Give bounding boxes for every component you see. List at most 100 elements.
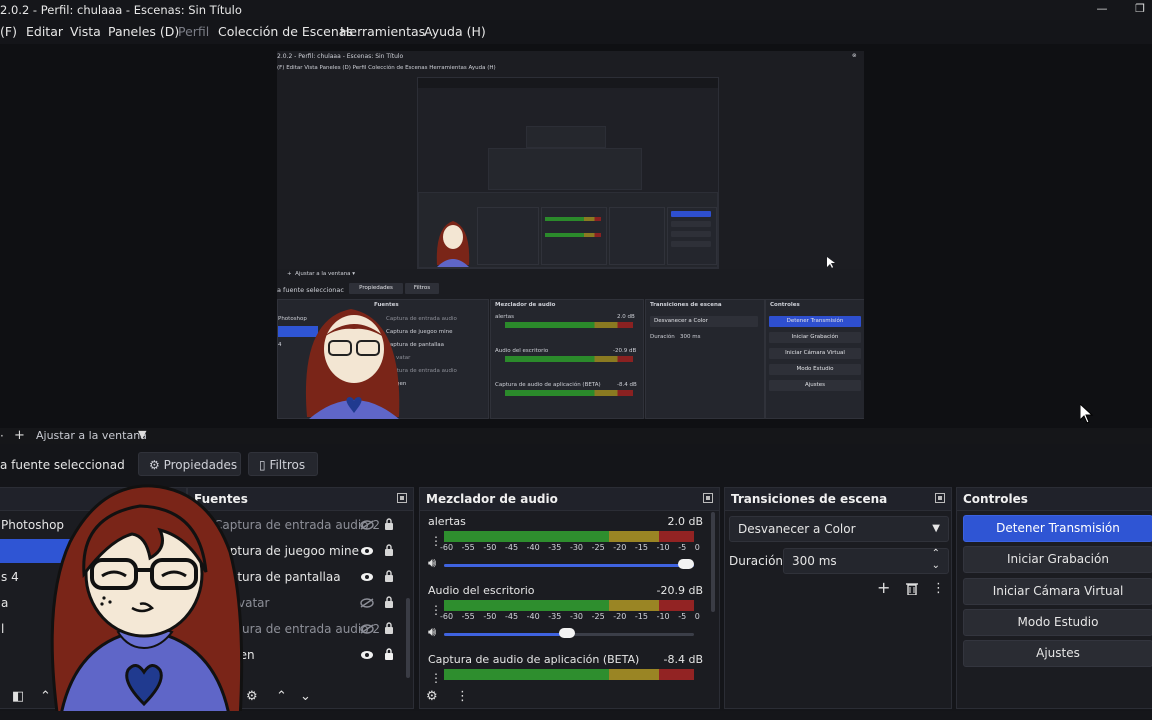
stop-streaming-button[interactable]: Detener Transmisión <box>963 515 1152 542</box>
dock-float-icon[interactable] <box>703 493 713 503</box>
mixer-track-name: Captura de audio de aplicación (BETA) <box>428 653 640 666</box>
volume-slider-fill <box>444 633 567 636</box>
transition-menu-icon[interactable]: ⋮ <box>932 582 945 596</box>
meter-scale: -60 -55 -50 -45 -40 -35 -30 -25 -20 -15 -10 -5 0 <box>440 543 700 552</box>
speaker-icon[interactable]: 🔊︎ <box>428 626 436 640</box>
transitions-title: Transiciones de escena <box>731 492 888 506</box>
mixer-menu-icon[interactable]: ⋮ <box>456 690 469 704</box>
status-bar <box>0 711 1152 720</box>
menu-edit[interactable]: Editar <box>26 24 63 39</box>
lock-icon[interactable] <box>384 622 394 634</box>
nested-zoom-label: + Ajustar a la ventana ▾ <box>287 271 356 277</box>
stepper-down-icon[interactable]: ⌄ <box>932 554 940 578</box>
mixer-track-name: alertas <box>428 515 466 528</box>
source-down-icon[interactable]: ⌄ <box>300 690 311 704</box>
mixer-track-db: 2.0 dB <box>667 515 703 528</box>
menu-bar: (F) Editar Vista Paneles (D) Perfil Cole… <box>0 22 1152 42</box>
properties-button[interactable]: ⚙ Propiedades <box>138 452 241 476</box>
volume-slider-fill <box>444 564 694 567</box>
nested-docks: + Ajustar a la ventana ▾ a fuente selecc… <box>277 269 864 419</box>
mixer-track-db: -20.9 dB <box>656 584 704 597</box>
lock-icon[interactable] <box>384 648 394 660</box>
nested-preview-level-1 <box>417 77 719 269</box>
controls-title: Controles <box>963 492 1028 506</box>
lock-icon[interactable] <box>384 544 394 556</box>
nested-controls-dock: Controles Detener Transmisión Iniciar Gr… <box>765 299 864 419</box>
lock-icon[interactable] <box>384 518 394 530</box>
nested-transitions-dock: Transiciones de escena Desvanecer a Colo… <box>645 299 765 419</box>
nested-avatar-small <box>436 221 470 267</box>
mixer-track-name: Audio del escritorio <box>428 584 535 597</box>
menu-profile[interactable]: Perfil <box>178 24 209 39</box>
preview-canvas[interactable]: 2.0.2 - Perfil: chulaaa - Escenas: Sin T… <box>277 51 864 419</box>
scene-filter-icon[interactable]: ◧ <box>12 690 24 704</box>
start-virtual-camera-button[interactable]: Iniciar Cámara Virtual <box>963 578 1152 605</box>
add-transition-icon[interactable]: + <box>877 580 890 596</box>
nested-window-title: 2.0.2 - Perfil: chulaaa - Escenas: Sin T… <box>277 53 404 60</box>
trash-icon[interactable] <box>906 582 918 595</box>
eye-icon[interactable] <box>360 546 374 556</box>
mixer-title: Mezclador de audio <box>426 492 558 506</box>
transition-select[interactable]: Desvanecer a Color ▼ <box>729 516 949 542</box>
chevron-down-icon: ▼ <box>932 523 940 534</box>
preview-toolbar: · + Ajustar a la ventana ▼ <box>0 428 1152 444</box>
nested-mixer-dock: Mezclador de audio alertas 2.0 dB Audio … <box>490 299 644 419</box>
speaker-icon[interactable]: 🔊︎ <box>428 557 436 571</box>
scene-item[interactable]: s 4 <box>1 570 19 584</box>
sources-scrollbar[interactable] <box>406 598 410 678</box>
duration-input[interactable]: 300 ms ⌃ ⌄ <box>783 548 949 574</box>
lock-icon[interactable] <box>384 570 394 582</box>
volume-slider-thumb[interactable] <box>558 628 575 638</box>
mixer-scrollbar[interactable] <box>711 512 715 612</box>
volume-meter <box>444 531 694 542</box>
restore-icon[interactable]: ❐ <box>1132 2 1148 16</box>
start-recording-button[interactable]: Iniciar Grabación <box>963 546 1152 573</box>
track-menu-icon[interactable]: ⋮ <box>430 671 442 685</box>
volume-slider[interactable] <box>444 559 694 569</box>
nested-menu: (F) Editar Vista Paneles (D) Perfil Cole… <box>277 65 496 71</box>
menu-docks[interactable]: Paneles (D) <box>108 24 179 39</box>
zoom-label: Ajustar a la ventana <box>36 429 147 442</box>
meter-scale: -60 -55 -50 -45 -40 -35 -30 -25 -20 -15 -10 -5 0 <box>440 612 700 621</box>
filters-button[interactable]: ▯ Filtros <box>248 452 318 476</box>
menu-scene-collection[interactable]: Colección de Escenas <box>218 24 353 39</box>
duration-label: Duración <box>729 554 784 568</box>
vtuber-avatar <box>50 484 244 720</box>
window-title: 2.0.2 - Perfil: chulaaa - Escenas: Sin T… <box>0 3 242 17</box>
studio-mode-button[interactable]: Modo Estudio <box>963 609 1152 636</box>
dock-float-icon[interactable] <box>935 493 945 503</box>
menu-file[interactable]: (F) <box>0 24 17 39</box>
menu-help[interactable]: Ayuda (H) <box>424 24 486 39</box>
menu-view[interactable]: Vista <box>70 24 101 39</box>
nested-cursor-icon <box>827 257 835 268</box>
volume-slider[interactable] <box>444 628 694 638</box>
dock-float-icon[interactable] <box>397 493 407 503</box>
title-bar: 2.0.2 - Perfil: chulaaa - Escenas: Sin T… <box>0 0 1152 20</box>
audio-mixer-dock: Mezclador de audio alertas 2.0 dB ⋮ -60-… <box>419 487 720 709</box>
eye-hidden-icon[interactable] <box>360 624 374 634</box>
eye-icon[interactable] <box>360 650 374 660</box>
volume-slider-thumb[interactable] <box>678 559 694 569</box>
zoom-dropdown-icon[interactable]: ▼ <box>138 428 146 441</box>
nested-source-label: a fuente seleccionac <box>277 286 344 294</box>
scene-item[interactable]: a <box>1 596 8 610</box>
lock-icon[interactable] <box>384 596 394 608</box>
nested-properties-button: Propiedades <box>349 283 403 294</box>
minimize-icon[interactable]: — <box>1094 2 1110 16</box>
settings-button[interactable]: Ajustes <box>963 640 1152 667</box>
mouse-cursor-icon <box>1080 404 1094 424</box>
eye-icon[interactable] <box>360 572 374 582</box>
gear-icon: ⚙ <box>149 458 160 472</box>
source-up-icon[interactable]: ⌃ <box>276 690 287 704</box>
volume-meter <box>444 669 694 680</box>
selected-source-label: a fuente seleccionad <box>0 458 125 472</box>
eye-hidden-icon[interactable] <box>360 598 374 608</box>
advanced-audio-icon[interactable]: ⚙ <box>426 690 438 704</box>
eye-hidden-icon[interactable] <box>360 520 374 530</box>
scene-item[interactable]: l <box>1 622 4 636</box>
add-icon[interactable]: + <box>14 428 25 443</box>
menu-tools[interactable]: Herramientas <box>340 24 425 39</box>
nested-filters-button: Filtros <box>405 283 439 294</box>
nested-avatar <box>305 309 400 419</box>
transitions-dock: Transiciones de escena Desvanecer a Colo… <box>724 487 952 709</box>
